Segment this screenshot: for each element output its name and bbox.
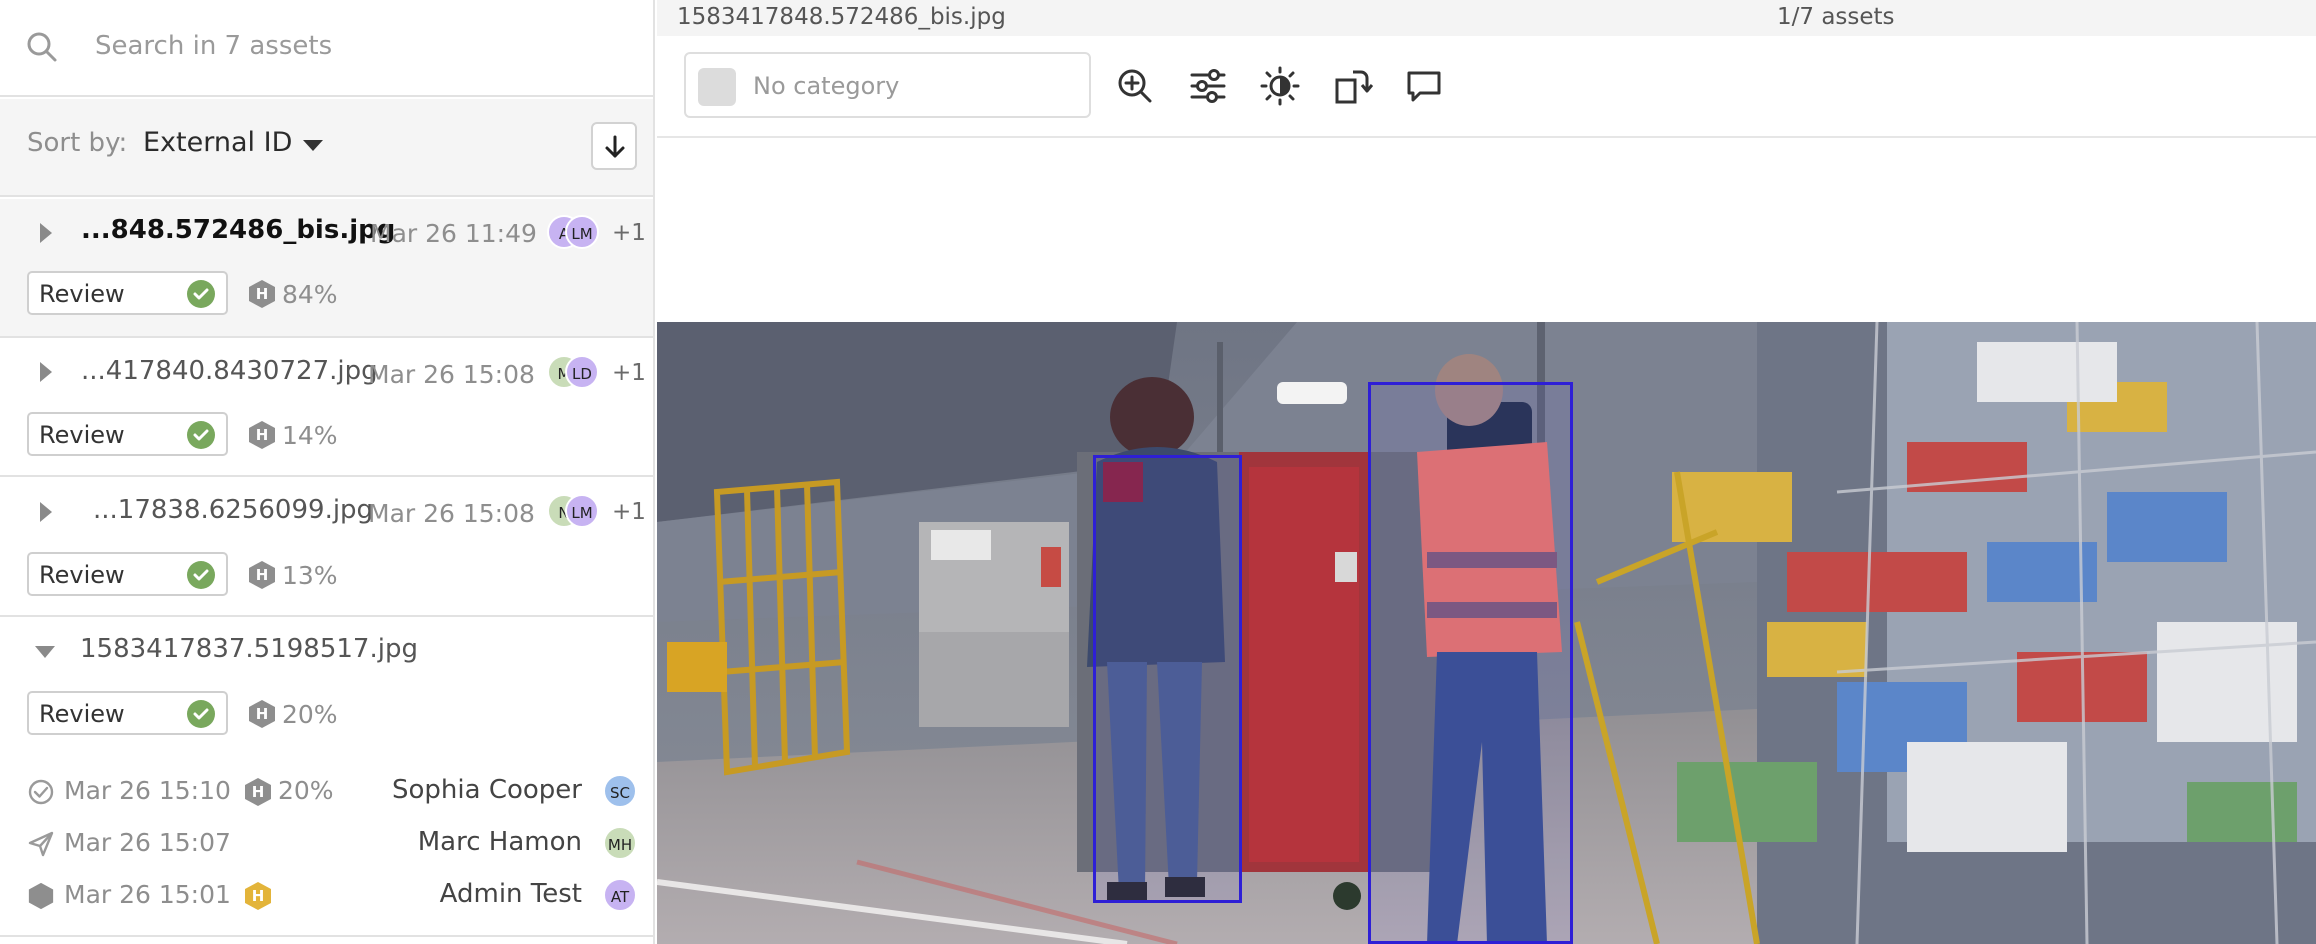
search-bar — [0, 0, 653, 97]
asset-list-item[interactable]: ...17838.6256099.jpg Mar 26 15:08 N LM +… — [0, 479, 653, 617]
asset-sidebar: Sort by: External ID ...848.572486_bis.j… — [0, 0, 655, 944]
brightness-icon[interactable] — [1260, 66, 1300, 106]
asset-list-item[interactable]: ...417840.8430727.jpg Mar 26 15:08 M LD … — [0, 340, 653, 477]
avatar: LM — [565, 494, 599, 528]
avatar: MH — [603, 826, 637, 860]
expand-caret-icon[interactable] — [40, 502, 52, 522]
viewer-header: 1583417848.572486_bis.jpg 1/7 assets — [657, 0, 2316, 36]
chevron-down-icon[interactable] — [303, 140, 323, 151]
check-icon — [187, 700, 215, 728]
check-circle-icon — [28, 779, 54, 805]
avatar: LD — [565, 355, 599, 389]
extra-users-count: +1 — [612, 360, 646, 386]
adjust-sliders-icon[interactable] — [1188, 66, 1228, 106]
category-color-swatch — [698, 68, 736, 106]
asset-counter: 1/7 assets — [1777, 4, 1895, 30]
sort-select[interactable]: External ID — [143, 127, 292, 158]
history-date: Mar 26 15:07 — [64, 828, 231, 857]
consensus-percent: 20% — [282, 700, 338, 729]
honeypot-yellow-hex-icon: H — [244, 881, 272, 911]
status-label: Review — [39, 421, 125, 449]
status-label: Review — [39, 280, 125, 308]
asset-date: Mar 26 15:08 — [368, 360, 535, 389]
category-placeholder: No category — [753, 72, 900, 100]
history-percent: 20% — [278, 776, 334, 805]
asset-date: Mar 26 15:08 — [368, 499, 535, 528]
extra-users-count: +1 — [612, 220, 646, 246]
asset-date: Mar 26 11:49 — [370, 219, 537, 248]
status-dropdown[interactable]: Review — [27, 412, 228, 456]
history-user: Admin Test — [439, 879, 582, 909]
comment-icon[interactable] — [1404, 66, 1444, 106]
expand-caret-icon[interactable] — [40, 223, 52, 243]
sort-direction-button[interactable] — [591, 122, 637, 170]
zoom-in-icon[interactable] — [1115, 66, 1155, 106]
category-select[interactable]: No category — [684, 52, 1091, 118]
canvas-padding — [657, 140, 2316, 322]
honeypot-hex-icon: H — [248, 420, 276, 450]
viewer-toolbar: No category — [657, 36, 2316, 138]
asset-filename: ...848.572486_bis.jpg — [81, 215, 396, 245]
history-user: Marc Hamon — [417, 827, 582, 857]
search-input[interactable] — [95, 22, 615, 70]
collapse-caret-icon[interactable] — [35, 646, 55, 658]
consensus-percent: 13% — [282, 561, 338, 590]
sort-label: Sort by: — [27, 128, 128, 158]
asset-filename: ...17838.6256099.jpg — [93, 495, 374, 525]
asset-filename: ...417840.8430727.jpg — [81, 356, 378, 386]
consensus-percent: 84% — [282, 280, 338, 309]
arrow-down-icon — [605, 135, 625, 158]
status-label: Review — [39, 700, 125, 728]
honeypot-hex-icon: H — [248, 699, 276, 729]
extra-users-count: +1 — [612, 499, 646, 525]
status-dropdown[interactable]: Review — [27, 271, 228, 315]
check-icon — [187, 280, 215, 308]
asset-list-item[interactable]: ...848.572486_bis.jpg Mar 26 11:49 A LM … — [0, 199, 653, 338]
avatar: AT — [603, 878, 637, 912]
annotation-canvas[interactable] — [657, 322, 2316, 944]
send-icon — [28, 831, 54, 857]
sort-bar: Sort by: External ID — [0, 99, 653, 197]
honeypot-hex-icon: H — [248, 279, 276, 309]
avatar: SC — [603, 774, 637, 808]
history-date: Mar 26 15:01 — [64, 880, 231, 909]
consensus-percent: 14% — [282, 421, 338, 450]
check-icon — [187, 561, 215, 589]
status-label: Review — [39, 561, 125, 589]
expand-caret-icon[interactable] — [40, 362, 52, 382]
honeypot-hex-icon: H — [248, 560, 276, 590]
check-icon — [187, 421, 215, 449]
asset-filename: 1583417837.5198517.jpg — [80, 634, 418, 664]
bounding-box-person-1[interactable] — [1093, 455, 1242, 903]
hex-icon — [28, 882, 54, 910]
avatar: LM — [565, 215, 599, 249]
history-user: Sophia Cooper — [392, 775, 582, 805]
search-icon — [27, 32, 57, 62]
status-dropdown[interactable]: Review — [27, 552, 228, 596]
history-date: Mar 26 15:10 — [64, 776, 231, 805]
file-title: 1583417848.572486_bis.jpg — [677, 4, 1006, 30]
asset-list-item[interactable]: 1583417837.5198517.jpg Review H 20% Mar … — [0, 619, 653, 937]
bounding-box-person-2[interactable] — [1368, 382, 1573, 944]
status-dropdown[interactable]: Review — [27, 691, 228, 735]
honeypot-hex-icon: H — [244, 777, 272, 807]
rotate-icon[interactable] — [1333, 66, 1373, 106]
